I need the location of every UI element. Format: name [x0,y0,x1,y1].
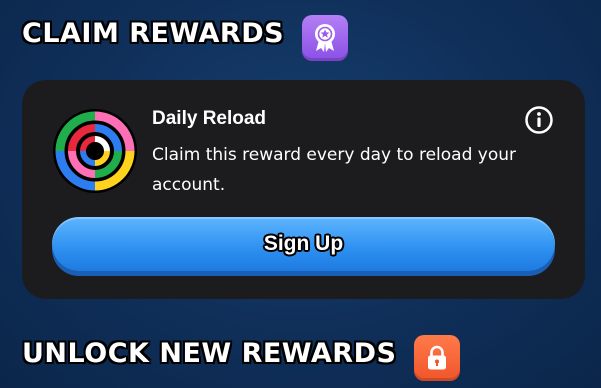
info-icon[interactable] [524,105,554,135]
sign-up-button[interactable]: Sign Up [52,217,555,271]
claim-rewards-heading: CLAIM REWARDS [22,18,285,49]
lock-icon [428,345,446,370]
unlock-rewards-heading: UNLOCK NEW REWARDS [22,338,397,369]
award-ribbon-icon [315,24,335,52]
award-badge [302,15,348,61]
reward-description: Claim this reward every day to reload yo… [152,145,517,195]
daily-reload-rings-icon [53,109,137,193]
sign-up-label: Sign Up [263,232,344,255]
daily-reload-card: Daily Reload Claim this reward every day… [22,80,585,299]
reward-title: Daily Reload [152,108,267,129]
lock-badge [414,335,460,381]
